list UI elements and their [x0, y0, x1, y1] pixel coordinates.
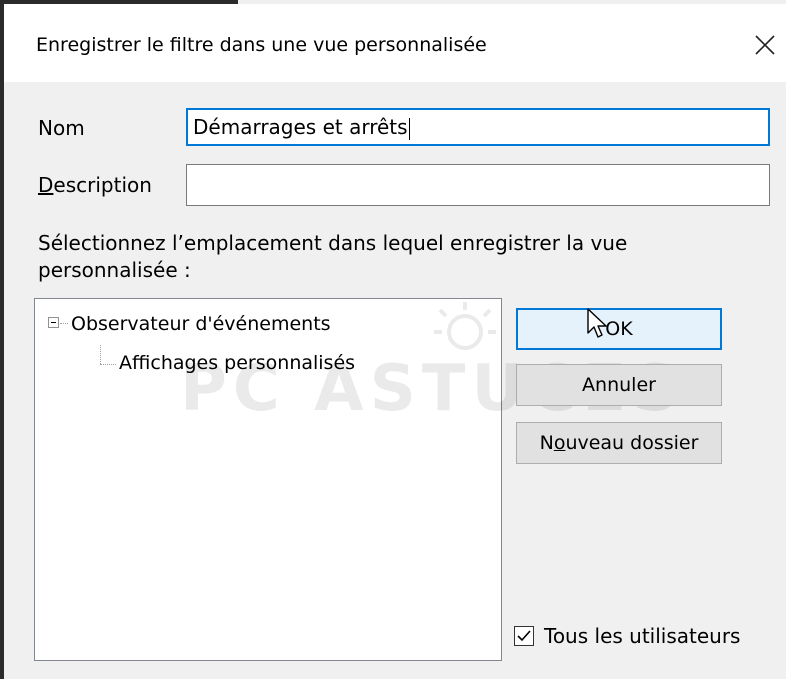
location-prompt-line1: Sélectionnez l’emplacement dans lequel e…: [38, 231, 628, 255]
all-users-label[interactable]: Tous les utilisateurs: [544, 624, 740, 648]
name-label: Nom: [38, 116, 85, 140]
location-tree[interactable]: Observateur d'événements Affichages pers…: [34, 298, 502, 661]
ok-button[interactable]: OK: [516, 308, 722, 350]
new-folder-mnemonic: o: [553, 432, 566, 454]
new-folder-button[interactable]: No uveau dossier: [516, 422, 722, 464]
new-folder-rest: uveau dossier: [565, 432, 699, 454]
tree-connector-vertical: [100, 345, 101, 364]
name-input[interactable]: Démarrages et arrêts: [186, 108, 770, 146]
tree-connector: [60, 323, 68, 324]
title-bar: Enregistrer le filtre dans une vue perso…: [4, 4, 786, 82]
tree-item-event-viewer[interactable]: Observateur d'événements: [71, 313, 331, 335]
cancel-button[interactable]: Annuler: [516, 364, 722, 406]
checkmark-icon: [517, 630, 531, 642]
background-window-edge: [0, 0, 4, 679]
all-users-checkbox[interactable]: [514, 626, 534, 646]
description-label: Description: [38, 173, 152, 197]
description-label-mnemonic: D: [38, 173, 54, 197]
name-input-value: Démarrages et arrêts: [193, 115, 408, 139]
tree-connector-child: [100, 364, 116, 365]
tree-item-custom-views[interactable]: Affichages personnalisés: [119, 352, 355, 374]
location-prompt-line2: personnalisée :: [38, 258, 191, 282]
text-caret: [408, 117, 410, 140]
close-button[interactable]: [750, 30, 780, 60]
description-label-rest: escription: [53, 173, 152, 197]
close-icon: [755, 35, 775, 55]
description-input[interactable]: [186, 164, 770, 206]
dialog-title: Enregistrer le filtre dans une vue perso…: [36, 34, 487, 56]
save-filter-dialog: Enregistrer le filtre dans une vue perso…: [0, 0, 786, 679]
new-folder-prefix: N: [539, 432, 554, 454]
collapse-toggle-icon[interactable]: [48, 317, 59, 328]
